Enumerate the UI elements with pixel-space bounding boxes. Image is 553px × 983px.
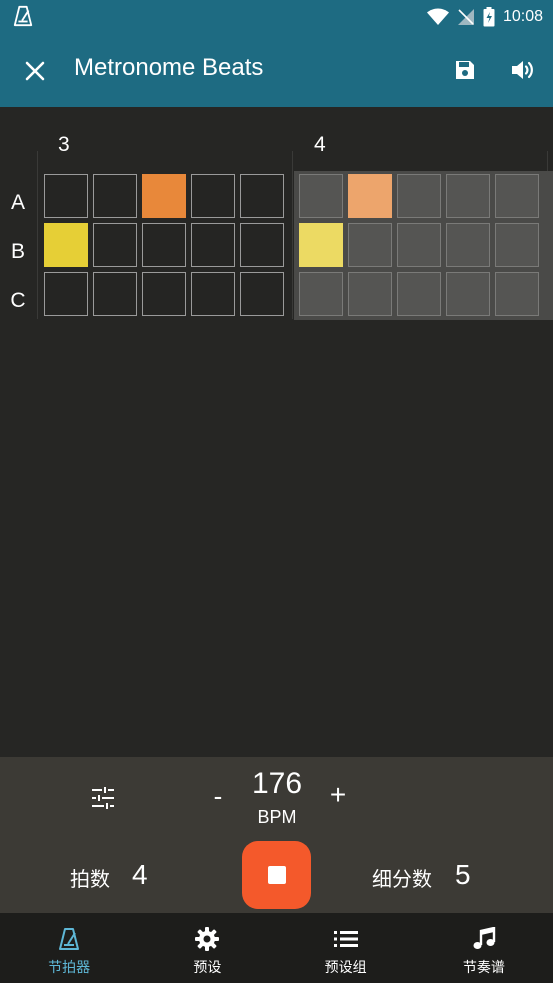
tune-icon — [92, 787, 114, 809]
list-icon — [332, 925, 360, 953]
bar-number-1: 3 — [58, 133, 70, 156]
no-signal-icon — [457, 9, 474, 25]
save-icon — [456, 61, 474, 79]
nav-item-metronome[interactable]: 节拍器 — [0, 913, 138, 983]
subdivision-label: 细分数 — [372, 867, 432, 891]
beat-cell[interactable] — [191, 174, 235, 218]
nav-item-rhythm-score[interactable]: 节奏谱 — [415, 913, 553, 983]
beat-cell[interactable] — [93, 272, 137, 316]
wifi-icon — [426, 8, 449, 25]
beat-cell[interactable] — [44, 272, 88, 316]
bpm-label: BPM — [257, 807, 297, 827]
beat-cell[interactable] — [446, 272, 490, 316]
beat-cell[interactable] — [299, 174, 343, 218]
beat-cell[interactable] — [348, 223, 392, 267]
nav-label: 节拍器 — [48, 960, 91, 976]
metronome-app-icon — [13, 5, 33, 27]
metronome-icon — [55, 925, 83, 953]
beat-cell[interactable] — [44, 174, 88, 218]
row-label-b: B — [10, 240, 25, 263]
beat-cell[interactable] — [348, 272, 392, 316]
beat-cell[interactable] — [495, 174, 539, 218]
tune-button[interactable] — [86, 781, 120, 815]
bottom-nav: 节拍器 预设 预设组 节奏谱 — [0, 913, 553, 983]
beat-cell[interactable] — [191, 272, 235, 316]
beat-cell[interactable] — [446, 174, 490, 218]
beat-cell[interactable] — [240, 174, 284, 218]
beat-cell-accent[interactable] — [348, 174, 392, 218]
beat-cell[interactable] — [191, 223, 235, 267]
beat-grid: 3 4 A B C — [0, 107, 553, 757]
save-button[interactable] — [446, 51, 484, 89]
beat-cell-accent[interactable] — [142, 174, 186, 218]
beats-label: 拍数 — [70, 867, 110, 891]
close-icon — [25, 61, 45, 81]
app-bar: Metronome Beats — [0, 34, 553, 107]
beat-cell[interactable] — [397, 272, 441, 316]
status-time: 10:08 — [502, 8, 543, 25]
nav-item-preset-groups[interactable]: 预设组 — [277, 913, 415, 983]
beat-cell[interactable] — [240, 272, 284, 316]
beat-cell[interactable] — [93, 174, 137, 218]
stop-button[interactable] — [242, 841, 311, 909]
music-note-icon — [470, 925, 498, 953]
stop-icon — [267, 866, 286, 884]
bpm-decrease-button[interactable]: - — [204, 781, 232, 815]
beat-cell-accent[interactable] — [299, 223, 343, 267]
beat-cell[interactable] — [142, 223, 186, 267]
beat-cell[interactable] — [397, 223, 441, 267]
control-panel: - 176 BPM + 拍数 4 细分数 5 — [0, 757, 553, 913]
beat-cell-accent[interactable] — [44, 223, 88, 267]
grid-divider-left — [37, 151, 38, 319]
nav-label: 预设 — [193, 960, 222, 976]
volume-icon — [512, 61, 533, 79]
bar-number-2: 4 — [314, 133, 326, 156]
status-icons: 10:08 — [426, 4, 543, 30]
beat-cell[interactable] — [495, 223, 539, 267]
row-label-c: C — [10, 289, 26, 312]
gear-icon — [193, 925, 221, 953]
beat-cell[interactable] — [299, 272, 343, 316]
beat-cell[interactable] — [397, 174, 441, 218]
beat-cell[interactable] — [240, 223, 284, 267]
volume-button[interactable] — [504, 51, 542, 89]
beats-value[interactable]: 4 — [132, 859, 148, 891]
beat-cell[interactable] — [142, 272, 186, 316]
nav-item-presets[interactable]: 预设 — [138, 913, 276, 983]
beat-cell[interactable] — [93, 223, 137, 267]
bpm-increase-button[interactable]: + — [323, 779, 353, 815]
grid-divider-middle — [292, 151, 293, 319]
row-label-a: A — [10, 191, 25, 214]
beat-cell[interactable] — [495, 272, 539, 316]
nav-label: 预设组 — [324, 960, 367, 976]
beat-cell[interactable] — [446, 223, 490, 267]
battery-charging-icon — [483, 7, 495, 27]
status-bar: 10:08 — [0, 0, 553, 34]
page-title: Metronome Beats — [74, 54, 264, 81]
subdivision-value[interactable]: 5 — [455, 859, 471, 891]
nav-label: 节奏谱 — [462, 960, 505, 976]
close-button[interactable] — [16, 52, 54, 90]
bpm-value[interactable]: 176 — [236, 767, 318, 801]
